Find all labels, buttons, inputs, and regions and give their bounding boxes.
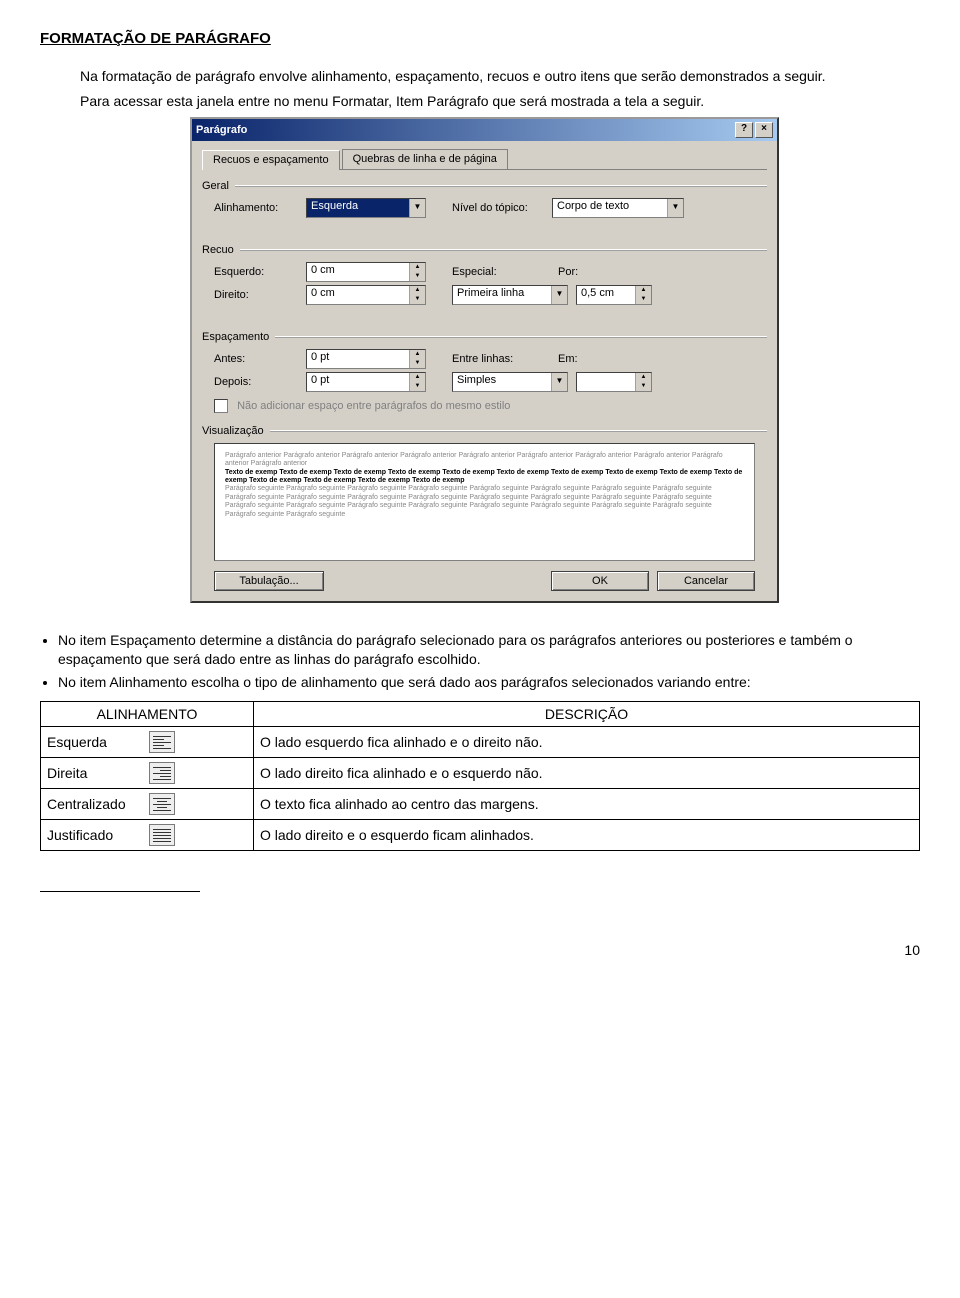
tab-quebras[interactable]: Quebras de linha e de página bbox=[342, 149, 508, 169]
align-center-icon bbox=[149, 793, 175, 815]
row-label: Esquerda bbox=[47, 734, 137, 750]
note-espacamento: No item Espaçamento determine a distânci… bbox=[58, 631, 920, 669]
spinner-up-icon: ▲ bbox=[410, 286, 425, 295]
row-desc: O lado direito e o esquerdo ficam alinha… bbox=[254, 820, 920, 851]
antes-label: Antes: bbox=[214, 353, 306, 365]
spinner-down-icon: ▼ bbox=[636, 382, 651, 391]
paragraph-dialog: Parágrafo ? × Recuos e espaçamento Quebr… bbox=[190, 117, 779, 603]
em-spinner[interactable]: ▲▼ bbox=[576, 372, 652, 392]
chevron-down-icon: ▼ bbox=[667, 199, 683, 217]
nivel-value: Corpo de texto bbox=[553, 199, 667, 217]
notes-list: No item Espaçamento determine a distânci… bbox=[40, 631, 920, 692]
direito-value: 0 cm bbox=[307, 286, 409, 304]
esquerdo-label: Esquerdo: bbox=[214, 266, 306, 278]
alinhamento-value: Esquerda bbox=[307, 199, 409, 217]
row-desc: O lado esquerdo fica alinhado e o direit… bbox=[254, 727, 920, 758]
direito-spinner[interactable]: 0 cm ▲▼ bbox=[306, 285, 426, 305]
preview-prev-text: Parágrafo anterior Parágrafo anterior Pa… bbox=[225, 452, 744, 469]
depois-value: 0 pt bbox=[307, 373, 409, 391]
em-value bbox=[577, 373, 635, 391]
checkbox-icon[interactable] bbox=[214, 399, 228, 413]
row-label: Direita bbox=[47, 765, 137, 781]
page-number: 10 bbox=[40, 942, 920, 958]
table-row: Esquerda O lado esquerdo fica alinhado e… bbox=[41, 727, 920, 758]
table-row: Centralizado O texto fica alinhado ao ce… bbox=[41, 789, 920, 820]
group-espacamento: Espaçamento bbox=[202, 331, 269, 343]
dialog-title: Parágrafo bbox=[196, 124, 733, 136]
note-alinhamento: No item Alinhamento escolha o tipo de al… bbox=[58, 673, 920, 692]
group-visualizacao: Visualização bbox=[202, 425, 264, 437]
intro-para-1: Na formatação de parágrafo envolve alinh… bbox=[40, 67, 920, 86]
preview-sample-text: Texto de exemp Texto de exemp Texto de e… bbox=[225, 469, 744, 486]
spinner-down-icon: ▼ bbox=[410, 382, 425, 391]
ok-button[interactable]: OK bbox=[551, 571, 649, 591]
spinner-up-icon: ▲ bbox=[410, 350, 425, 359]
spinner-down-icon: ▼ bbox=[410, 359, 425, 368]
help-icon[interactable]: ? bbox=[735, 122, 753, 138]
chevron-down-icon: ▼ bbox=[551, 286, 567, 304]
close-icon[interactable]: × bbox=[755, 122, 773, 138]
esquerdo-value: 0 cm bbox=[307, 263, 409, 281]
tabulacao-button[interactable]: Tabulação... bbox=[214, 571, 324, 591]
cancel-button[interactable]: Cancelar bbox=[657, 571, 755, 591]
spinner-up-icon: ▲ bbox=[410, 263, 425, 272]
depois-spinner[interactable]: 0 pt ▲▼ bbox=[306, 372, 426, 392]
dialog-titlebar: Parágrafo ? × bbox=[192, 119, 777, 141]
entre-value: Simples bbox=[453, 373, 551, 391]
checkbox-label: Não adicionar espaço entre parágrafos do… bbox=[237, 400, 510, 412]
group-geral: Geral bbox=[202, 180, 229, 192]
nivel-label: Nível do tópico: bbox=[452, 202, 552, 214]
table-head-alinhamento: ALINHAMENTO bbox=[41, 702, 254, 727]
direito-label: Direito: bbox=[214, 289, 306, 301]
spinner-up-icon: ▲ bbox=[410, 373, 425, 382]
intro-para-2: Para acessar esta janela entre no menu F… bbox=[40, 92, 920, 111]
align-justify-icon bbox=[149, 824, 175, 846]
alinhamento-combo[interactable]: Esquerda ▼ bbox=[306, 198, 426, 218]
dialog-tabs: Recuos e espaçamento Quebras de linha e … bbox=[202, 149, 767, 170]
align-right-icon bbox=[149, 762, 175, 784]
antes-spinner[interactable]: 0 pt ▲▼ bbox=[306, 349, 426, 369]
especial-value: Primeira linha bbox=[453, 286, 551, 304]
nivel-combo[interactable]: Corpo de texto ▼ bbox=[552, 198, 684, 218]
row-label: Justificado bbox=[47, 827, 137, 843]
em-label: Em: bbox=[558, 353, 592, 365]
por-label: Por: bbox=[558, 266, 592, 278]
group-recuo: Recuo bbox=[202, 244, 234, 256]
alinhamento-label: Alinhamento: bbox=[214, 202, 306, 214]
spinner-up-icon: ▲ bbox=[636, 286, 651, 295]
por-spinner[interactable]: 0,5 cm ▲▼ bbox=[576, 285, 652, 305]
tab-recuos[interactable]: Recuos e espaçamento bbox=[202, 150, 340, 170]
table-row: Justificado O lado direito e o esquerdo … bbox=[41, 820, 920, 851]
spinner-down-icon: ▼ bbox=[636, 295, 651, 304]
row-desc: O lado direito fica alinhado e o esquerd… bbox=[254, 758, 920, 789]
row-desc: O texto fica alinhado ao centro das marg… bbox=[254, 789, 920, 820]
table-row: Direita O lado direito fica alinhado e o… bbox=[41, 758, 920, 789]
antes-value: 0 pt bbox=[307, 350, 409, 368]
row-label: Centralizado bbox=[47, 796, 137, 812]
depois-label: Depois: bbox=[214, 376, 306, 388]
same-style-checkbox-row: Não adicionar espaço entre parágrafos do… bbox=[202, 395, 767, 419]
page-heading: FORMATAÇÃO DE PARÁGRAFO bbox=[40, 30, 920, 47]
spinner-up-icon: ▲ bbox=[636, 373, 651, 382]
chevron-down-icon: ▼ bbox=[551, 373, 567, 391]
table-head-descricao: DESCRIÇÃO bbox=[254, 702, 920, 727]
alignment-table: ALINHAMENTO DESCRIÇÃO Esquerda O lado es… bbox=[40, 701, 920, 851]
esquerdo-spinner[interactable]: 0 cm ▲▼ bbox=[306, 262, 426, 282]
spinner-down-icon: ▼ bbox=[410, 295, 425, 304]
entre-label: Entre linhas: bbox=[452, 353, 532, 365]
especial-combo[interactable]: Primeira linha ▼ bbox=[452, 285, 568, 305]
align-left-icon bbox=[149, 731, 175, 753]
preview-box: Parágrafo anterior Parágrafo anterior Pa… bbox=[214, 443, 755, 561]
entre-combo[interactable]: Simples ▼ bbox=[452, 372, 568, 392]
footer-rule bbox=[40, 891, 200, 892]
especial-label: Especial: bbox=[452, 266, 532, 278]
preview-next-text: Parágrafo seguinte Parágrafo seguinte Pa… bbox=[225, 485, 744, 519]
spinner-down-icon: ▼ bbox=[410, 272, 425, 281]
por-value: 0,5 cm bbox=[577, 286, 635, 304]
chevron-down-icon: ▼ bbox=[409, 199, 425, 217]
